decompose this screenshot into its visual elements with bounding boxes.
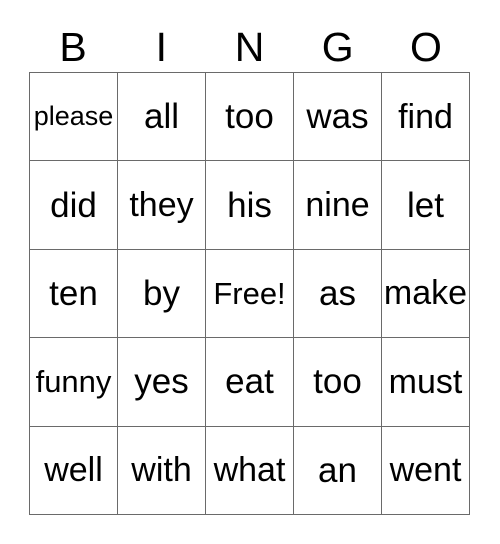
bingo-cell-g4[interactable]: too bbox=[294, 338, 382, 427]
bingo-cell-i2[interactable]: they bbox=[118, 161, 206, 250]
bingo-cell-label: too bbox=[313, 362, 362, 402]
bingo-card: B I N G O please all too was find did th… bbox=[0, 0, 500, 544]
bingo-cell-n5[interactable]: what bbox=[206, 426, 294, 515]
bingo-cell-b2[interactable]: did bbox=[30, 161, 118, 250]
bingo-cell-i3[interactable]: by bbox=[118, 249, 206, 339]
bingo-grid: please all too was find did they his nin… bbox=[29, 72, 470, 515]
bingo-cell-b1[interactable]: please bbox=[30, 73, 118, 162]
bingo-cell-label: all bbox=[143, 97, 180, 137]
bingo-cell-g5[interactable]: an bbox=[294, 426, 382, 515]
bingo-cell-o3[interactable]: make bbox=[382, 249, 470, 339]
bingo-cell-label: what bbox=[213, 451, 286, 490]
bingo-cell-g3[interactable]: as bbox=[294, 249, 382, 339]
bingo-cell-b5[interactable]: well bbox=[30, 426, 118, 515]
bingo-cell-label: with bbox=[131, 451, 192, 490]
bingo-cell-label: well bbox=[44, 451, 103, 490]
bingo-cell-o5[interactable]: went bbox=[382, 426, 470, 515]
bingo-cell-label: nine bbox=[305, 186, 370, 225]
bingo-cell-b4[interactable]: funny bbox=[30, 338, 118, 427]
bingo-cell-i4[interactable]: yes bbox=[118, 338, 206, 427]
bingo-cell-n1[interactable]: too bbox=[206, 73, 294, 162]
bingo-cell-n2[interactable]: his bbox=[206, 161, 294, 250]
bingo-header-letter-o: O bbox=[409, 23, 442, 70]
bingo-cell-label: please bbox=[33, 101, 114, 132]
bingo-cell-label: was bbox=[306, 97, 369, 137]
bingo-cell-label: let bbox=[407, 185, 444, 225]
bingo-cell-label: ten bbox=[49, 273, 98, 313]
bingo-cell-label: find bbox=[398, 97, 453, 136]
bingo-cell-label: eat bbox=[225, 362, 274, 402]
bingo-cell-label: went bbox=[389, 451, 462, 490]
bingo-header-letter-g: G bbox=[321, 23, 354, 70]
bingo-header-row: B I N G O bbox=[29, 22, 470, 72]
bingo-cell-label: make bbox=[383, 274, 468, 313]
bingo-cell-o1[interactable]: find bbox=[382, 73, 470, 162]
bingo-cell-free-space[interactable]: Free! bbox=[206, 249, 294, 339]
bingo-cell-label: as bbox=[319, 273, 356, 313]
bingo-cell-label: too bbox=[225, 97, 274, 137]
bingo-cell-label: funny bbox=[35, 364, 112, 400]
bingo-cell-g2[interactable]: nine bbox=[294, 161, 382, 250]
bingo-cell-label: they bbox=[129, 186, 194, 225]
bingo-cell-o4[interactable]: must bbox=[382, 338, 470, 427]
bingo-cell-i5[interactable]: with bbox=[118, 426, 206, 515]
bingo-header-letter-b: B bbox=[59, 23, 87, 70]
bingo-cell-g1[interactable]: was bbox=[294, 73, 382, 162]
bingo-cell-o2[interactable]: let bbox=[382, 161, 470, 250]
bingo-cell-label: yes bbox=[134, 362, 189, 402]
bingo-cell-i1[interactable]: all bbox=[118, 73, 206, 162]
bingo-free-space-label: Free! bbox=[213, 275, 286, 311]
bingo-cell-n4[interactable]: eat bbox=[206, 338, 294, 427]
bingo-cell-label: by bbox=[143, 273, 180, 313]
bingo-cell-label: an bbox=[318, 450, 357, 490]
bingo-header-letter-i: I bbox=[155, 23, 167, 70]
bingo-cell-label: must bbox=[388, 362, 463, 401]
bingo-cell-label: his bbox=[227, 185, 272, 225]
bingo-header-letter-n: N bbox=[234, 23, 265, 70]
bingo-cell-b3[interactable]: ten bbox=[30, 249, 118, 339]
bingo-cell-label: did bbox=[50, 185, 97, 225]
